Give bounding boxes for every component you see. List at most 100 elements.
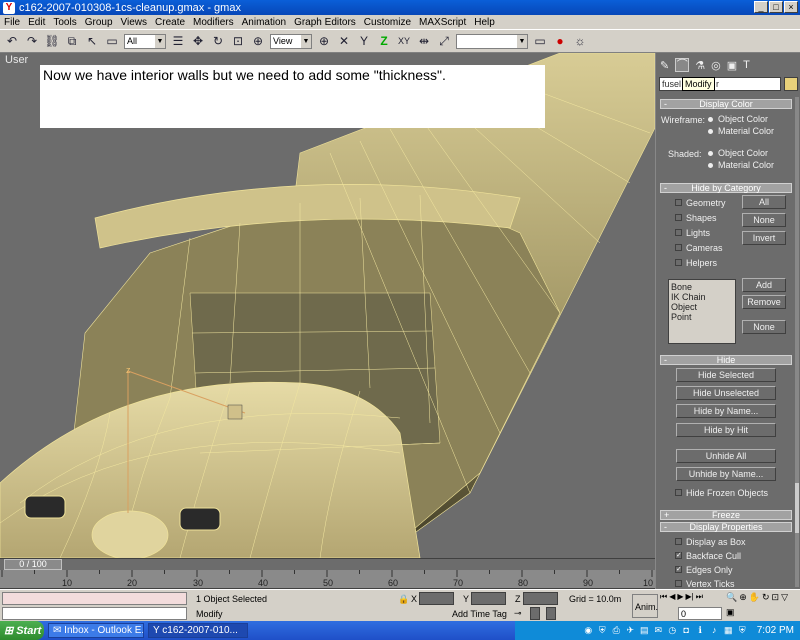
menu-views[interactable]: Views — [121, 17, 148, 28]
redo-icon[interactable]: ↷ — [24, 33, 40, 49]
taskbar-button-outlook[interactable]: ✉ Inbox - Outlook E... — [48, 623, 144, 638]
menu-create[interactable]: Create — [155, 17, 185, 28]
taskbar-button-gmax[interactable]: Y c162-2007-010... — [148, 623, 248, 638]
zoom-icon[interactable]: 🔍 — [726, 592, 737, 605]
selection-filter-dropdown[interactable]: All ▼ — [124, 33, 166, 49]
zoom-extents-icon[interactable]: ⊡ — [772, 592, 780, 605]
hide-unselected-button[interactable]: Hide Unselected — [676, 386, 776, 400]
hide-shapes-checkbox[interactable] — [675, 214, 682, 221]
hide-helpers-checkbox[interactable] — [675, 259, 682, 266]
menu-edit[interactable]: Edit — [28, 17, 45, 28]
hide-lights-checkbox[interactable] — [675, 229, 682, 236]
hide-frozen-checkbox[interactable] — [675, 489, 682, 496]
unlink-icon[interactable]: ⧉ — [64, 33, 80, 49]
create-tab-icon[interactable]: ✎ — [660, 59, 669, 72]
display-color-rollout-header[interactable]: - Display Color — [660, 99, 792, 109]
shaded-object-color-radio[interactable] — [708, 151, 713, 156]
hide-rollout-header[interactable]: - Hide — [660, 355, 792, 365]
menu-help[interactable]: Help — [474, 17, 495, 28]
axis-z-icon[interactable]: Z — [376, 33, 392, 49]
select-arrow-icon[interactable]: ↖ — [84, 33, 100, 49]
display-as-box-checkbox[interactable] — [675, 538, 682, 545]
axis-y-icon[interactable]: Y — [356, 33, 372, 49]
previous-frame-icon[interactable]: ◀ — [669, 592, 675, 604]
clock-app-icon[interactable]: ◷ — [667, 625, 678, 636]
freeze-rollout-header[interactable]: + Freeze — [660, 510, 792, 520]
key-default-box[interactable] — [546, 607, 556, 620]
camera-icon[interactable]: ◘ — [681, 625, 692, 636]
hide-invert-button[interactable]: Invert — [742, 231, 786, 245]
next-frame-icon[interactable]: ▶| — [686, 592, 694, 604]
volume-icon[interactable]: ♪ — [709, 625, 720, 636]
hide-by-hit-button[interactable]: Hide by Hit — [676, 423, 776, 437]
teapot-render-icon[interactable]: ● — [552, 33, 568, 49]
arc-rotate-icon[interactable]: ↻ — [762, 592, 770, 605]
menu-modifiers[interactable]: Modifiers — [193, 17, 234, 28]
x-coordinate-field[interactable] — [419, 592, 454, 605]
hide-cameras-checkbox[interactable] — [675, 244, 682, 251]
time-slider[interactable]: 0 / 100 — [0, 558, 655, 570]
wireframe-material-color-radio[interactable] — [708, 129, 713, 134]
mirror-icon[interactable]: ⇹ — [416, 33, 432, 49]
modify-tab-icon[interactable]: ⌒ — [675, 58, 690, 72]
named-selection-dropdown[interactable]: ▼ — [456, 33, 528, 49]
folder-icon[interactable]: ▤ — [639, 625, 650, 636]
zoom-all-icon[interactable]: ⊕ — [739, 592, 747, 605]
key-mode-icon[interactable]: ⊸ — [514, 608, 522, 619]
security-icon[interactable]: ⛨ — [597, 625, 608, 636]
network-icon[interactable]: ◉ — [583, 625, 594, 636]
animate-button[interactable]: Anim. — [632, 594, 658, 618]
menu-file[interactable]: File — [4, 17, 20, 28]
shaded-material-color-radio[interactable] — [708, 163, 713, 168]
axis-x-icon[interactable]: ✕ — [336, 33, 352, 49]
unhide-all-button[interactable]: Unhide All — [676, 449, 776, 463]
maximize-viewport-icon[interactable]: ▣ — [726, 607, 735, 620]
menu-tools[interactable]: Tools — [53, 17, 76, 28]
menu-graph-editors[interactable]: Graph Editors — [294, 17, 356, 28]
wireframe-object-color-radio[interactable] — [708, 117, 713, 122]
hide-none-button[interactable]: None — [742, 213, 786, 227]
hide-by-name-button[interactable]: Hide by Name... — [676, 404, 776, 418]
current-frame-field[interactable]: 0 — [678, 607, 722, 620]
undo-icon[interactable]: ↶ — [4, 33, 20, 49]
list-item[interactable]: IK Chain Object — [671, 292, 733, 312]
maximize-button[interactable]: □ — [769, 1, 783, 13]
utilities-tab-icon[interactable]: T — [743, 59, 750, 71]
track-bar[interactable]: 10 20 30 40 50 60 70 80 90 10 — [0, 570, 655, 589]
play-icon[interactable]: ▶ — [677, 592, 683, 604]
pivot-icon[interactable]: ⊕ — [250, 33, 266, 49]
pivot-center-icon[interactable]: ⊕ — [316, 33, 332, 49]
backface-cull-checkbox[interactable]: ✓ — [675, 552, 682, 559]
aircraft-fuselage-wireframe[interactable] — [0, 53, 655, 558]
axis-xy-icon[interactable]: XY — [396, 33, 412, 49]
menu-customize[interactable]: Customize — [364, 17, 411, 28]
menu-animation[interactable]: Animation — [242, 17, 286, 28]
add-time-tag[interactable]: Add Time Tag — [452, 609, 507, 619]
unhide-by-name-button[interactable]: Unhide by Name... — [676, 467, 776, 481]
quick-render-icon[interactable]: ☼ — [572, 33, 588, 49]
key-filter-box[interactable] — [530, 607, 540, 620]
list-remove-button[interactable]: Remove — [742, 295, 786, 309]
link-icon[interactable]: ⛓ — [44, 33, 60, 49]
hide-geometry-checkbox[interactable] — [675, 199, 682, 206]
hide-by-category-rollout-header[interactable]: - Hide by Category — [660, 183, 792, 193]
maxscript-input[interactable] — [2, 607, 187, 620]
rotate-icon[interactable]: ↻ — [210, 33, 226, 49]
viewport-label[interactable]: User — [5, 54, 28, 66]
select-by-name-icon[interactable]: ☰ — [170, 33, 186, 49]
go-to-end-icon[interactable]: ⏭ — [696, 592, 703, 604]
printer-icon[interactable]: ⎙ — [611, 625, 622, 636]
info-icon[interactable]: ℹ — [695, 625, 706, 636]
z-coordinate-field[interactable] — [523, 592, 558, 605]
display-properties-rollout-header[interactable]: - Display Properties — [660, 522, 792, 532]
minimize-button[interactable]: _ — [754, 1, 768, 13]
start-button[interactable]: ⊞ Start — [0, 621, 44, 640]
maxscript-listener-mini[interactable] — [2, 592, 187, 605]
go-to-start-icon[interactable]: ⏮ — [660, 592, 667, 604]
menu-maxscript[interactable]: MAXScript — [419, 17, 466, 28]
lock-selection-icon[interactable]: 🔒 — [398, 594, 409, 605]
menu-group[interactable]: Group — [85, 17, 113, 28]
time-slider-thumb[interactable]: 0 / 100 — [4, 559, 62, 570]
motion-tab-icon[interactable]: ◎ — [711, 59, 721, 72]
list-add-button[interactable]: Add — [742, 278, 786, 292]
